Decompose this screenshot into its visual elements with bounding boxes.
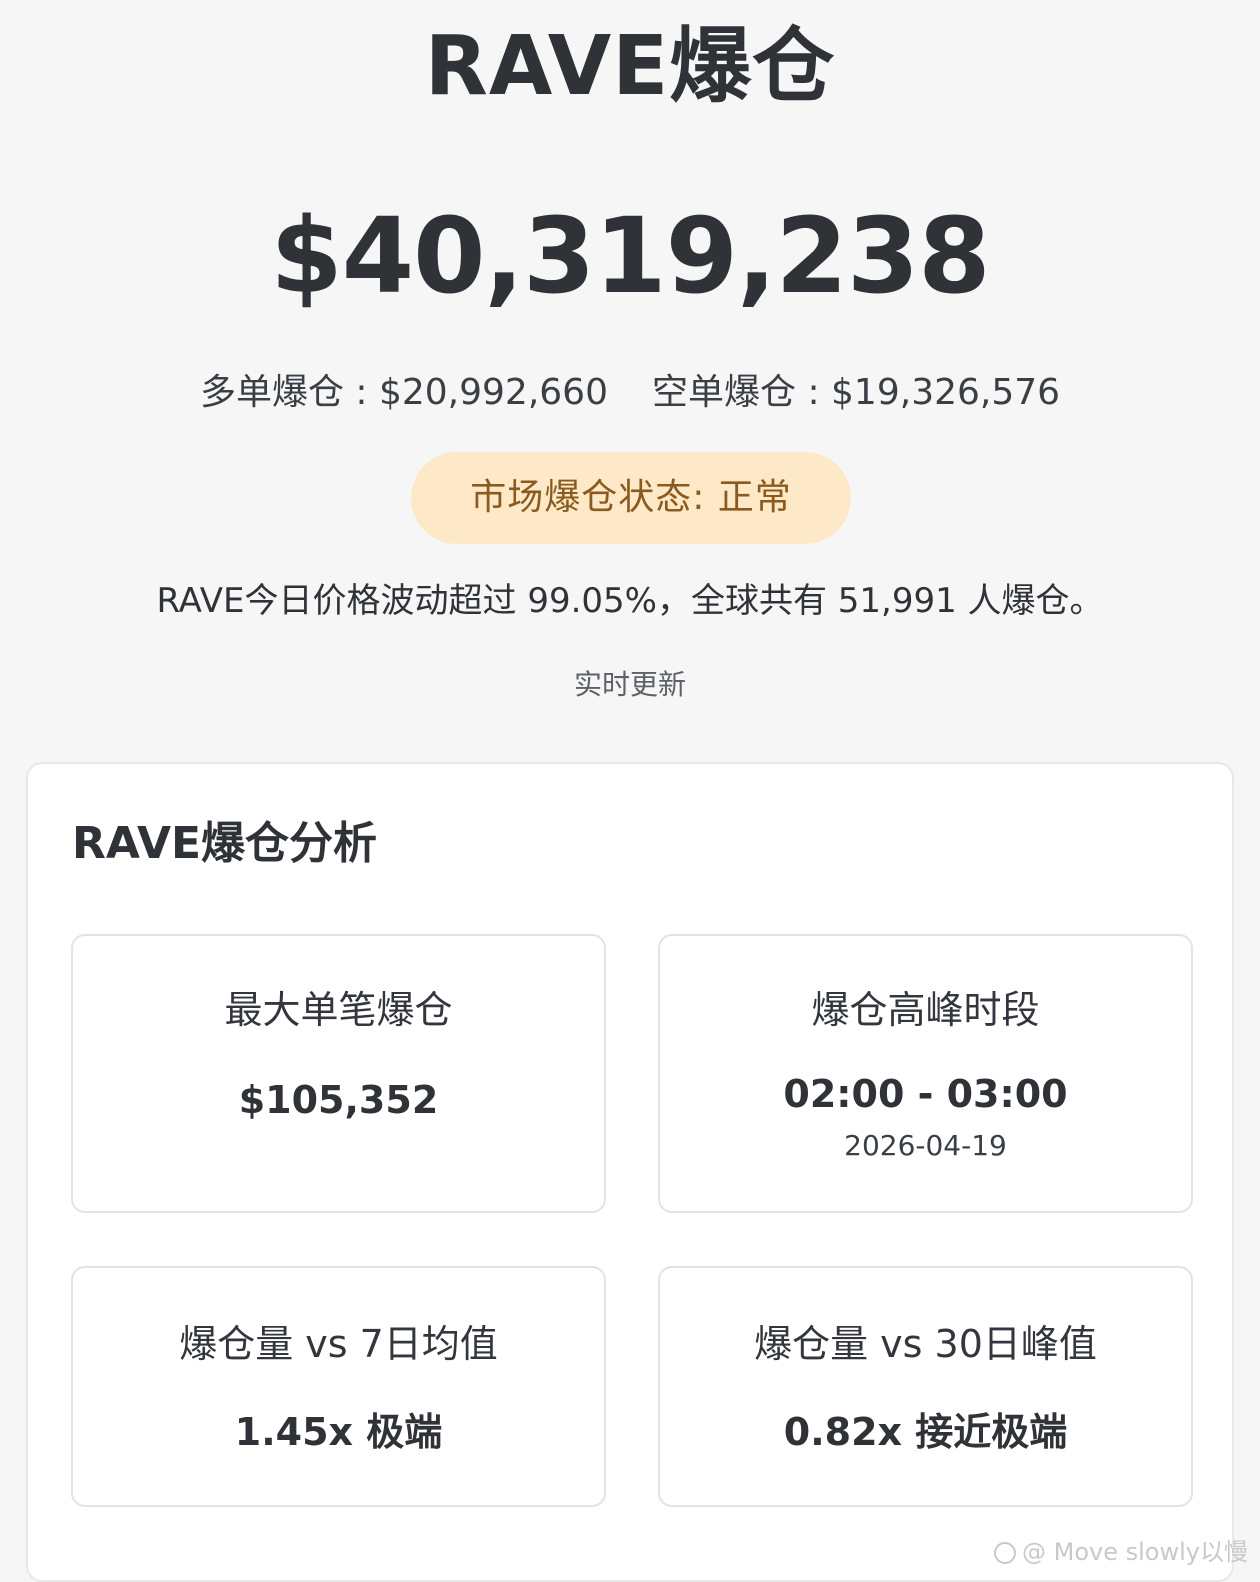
- watermark: @ Move slowly以慢: [994, 1537, 1248, 1567]
- summary-text: RAVE今日价格波动超过 99.05%，全球共有 51,991 人爆仓。: [156, 581, 1104, 621]
- page-title: RAVE爆仓: [424, 19, 836, 114]
- analysis-card: RAVE爆仓分析 最大单笔爆仓 $105,352 爆仓高峰时段 02:00 - …: [26, 762, 1234, 1582]
- metric-card-peak-period: 爆仓高峰时段 02:00 - 03:00 2026-04-19: [658, 934, 1193, 1213]
- long-liquidation-label: 多单爆仓 :: [199, 372, 379, 413]
- metric-card-vs-7day-avg: 爆仓量 vs 7日均值 1.45x 极端: [71, 1266, 606, 1507]
- metric-label: 爆仓量 vs 7日均值: [179, 1322, 498, 1366]
- metric-label: 爆仓量 vs 30日峰值: [754, 1322, 1097, 1366]
- metric-label: 最大单笔爆仓: [224, 988, 453, 1032]
- total-liquidation-amount: $40,319,238: [270, 195, 990, 317]
- metric-card-largest-single: 最大单笔爆仓 $105,352: [71, 934, 606, 1213]
- metric-value: 0.82x 接近极端: [783, 1410, 1068, 1454]
- metric-value: 02:00 - 03:00: [783, 1072, 1068, 1116]
- metric-value: $105,352: [238, 1078, 439, 1122]
- metric-date: 2026-04-19: [844, 1129, 1007, 1162]
- metric-label: 爆仓高峰时段: [811, 988, 1040, 1032]
- short-liquidation-value: $19,326,576: [831, 372, 1061, 413]
- analysis-title: RAVE爆仓分析: [72, 818, 378, 869]
- watermark-logo-icon: [994, 1542, 1017, 1564]
- market-status-badge: 市场爆仓状态: 正常: [411, 452, 851, 544]
- watermark-text: @ Move slowly以慢: [1022, 1538, 1248, 1566]
- metric-value: 1.45x 极端: [234, 1410, 443, 1454]
- realtime-update-label: 实时更新: [573, 668, 686, 701]
- long-short-split: 多单爆仓 : $20,992,660 空单爆仓 : $19,326,576: [0, 370, 1260, 416]
- long-liquidation-value: $20,992,660: [378, 372, 608, 413]
- short-liquidation-label: 空单爆仓 :: [652, 372, 832, 413]
- metric-card-vs-30day-peak: 爆仓量 vs 30日峰值 0.82x 接近极端: [658, 1266, 1193, 1507]
